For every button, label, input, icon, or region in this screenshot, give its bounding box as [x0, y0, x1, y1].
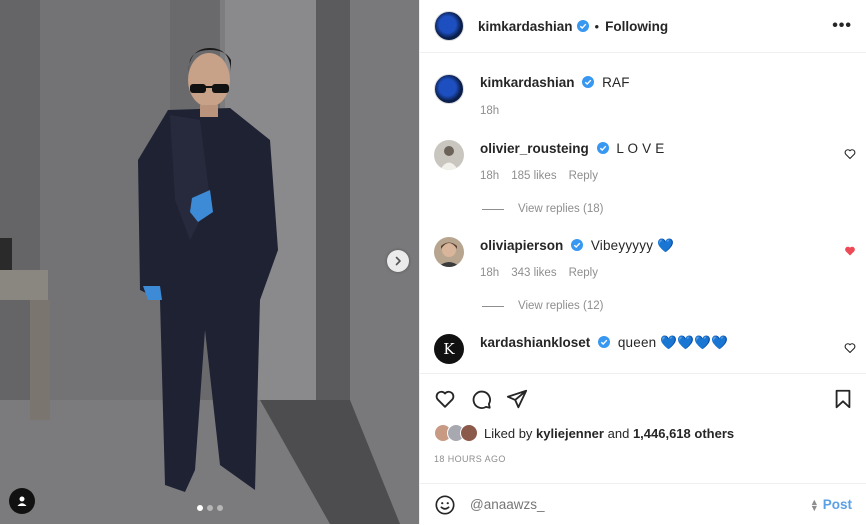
comment-item: oliviapierson Vibeyyyyy 💙 18h 343 likes …: [434, 237, 856, 279]
like-comment-heart-icon[interactable]: [844, 342, 856, 354]
carousel-dot-active: [197, 505, 203, 511]
view-replies-label: View replies (18): [518, 203, 604, 215]
action-bar: [434, 388, 854, 412]
share-paper-plane-icon[interactable]: [506, 388, 528, 410]
verified-badge-icon: [598, 336, 611, 348]
comment-time[interactable]: 18h: [480, 170, 499, 182]
verified-badge-icon: [576, 20, 589, 32]
commenter-avatar[interactable]: [434, 140, 464, 170]
reply-button[interactable]: Reply: [569, 170, 598, 182]
sort-arrows-icon: ▲ ▼: [809, 496, 819, 513]
replies-divider: [482, 305, 504, 307]
commenter-username[interactable]: kardashiankloset: [480, 335, 590, 350]
save-bookmark-icon[interactable]: [832, 388, 854, 410]
author-avatar[interactable]: [434, 11, 464, 41]
post-dialog: kimkardashian • Following ••• kimkardash…: [0, 0, 866, 524]
post-actions: Liked by kyliejenner and 1,446,618 other…: [420, 373, 866, 524]
comment-text: queen 💙💙💙💙: [617, 335, 729, 350]
view-replies-label: View replies (12): [518, 300, 604, 312]
liker-username[interactable]: kyliejenner: [536, 426, 604, 441]
post-header: kimkardashian • Following •••: [420, 0, 866, 53]
post-photo[interactable]: [0, 0, 419, 524]
view-replies-button[interactable]: View replies (12): [482, 300, 603, 312]
photo-scene: [0, 0, 419, 524]
comment-bubble-icon[interactable]: [470, 388, 492, 410]
comment-item: olivier_rousteing L O V E 18h 185 likes …: [434, 140, 856, 182]
caption-text: RAF: [602, 75, 630, 90]
liked-comment-heart-icon[interactable]: [844, 245, 856, 257]
next-photo-button[interactable]: [387, 250, 409, 272]
likes-count[interactable]: 1,446,618 others: [633, 426, 734, 441]
comment-input[interactable]: [470, 497, 810, 512]
commenter-avatar[interactable]: [434, 237, 464, 267]
likes-conjunction: and: [607, 425, 630, 441]
like-heart-icon[interactable]: [434, 388, 456, 410]
add-comment-bar: ▲▼ Post: [420, 483, 866, 525]
carousel-indicator: [197, 505, 223, 511]
commenter-username[interactable]: oliviapierson: [480, 238, 563, 253]
verified-badge-icon: [571, 239, 584, 251]
caption-time[interactable]: 18h: [480, 105, 499, 117]
post-label: Post: [822, 497, 852, 512]
comment-likes[interactable]: 343 likes: [511, 267, 556, 279]
avatar-letter: K: [443, 340, 455, 358]
likes-summary: Liked by kyliejenner and 1,446,618 other…: [434, 424, 734, 442]
caption-avatar[interactable]: [434, 74, 464, 104]
comment-item: K kardashiankloset queen 💙💙💙💙: [434, 334, 856, 364]
tagged-users-button[interactable]: [9, 488, 35, 514]
replies-divider: [482, 208, 504, 210]
header-separator: •: [594, 18, 600, 34]
view-replies-button[interactable]: View replies (18): [482, 203, 603, 215]
comments-list: kimkardashian RAF 18h olivier_rousteing …: [420, 54, 866, 372]
author-username[interactable]: kimkardashian: [478, 19, 573, 34]
commenter-username[interactable]: olivier_rousteing: [480, 141, 589, 156]
post-comment-button[interactable]: ▲ ▼ Post: [810, 497, 852, 512]
comment-text: L O V E: [616, 141, 665, 156]
following-button[interactable]: Following: [605, 19, 668, 34]
likes-prefix: Liked by: [484, 425, 533, 441]
comment-likes[interactable]: 185 likes: [511, 170, 556, 182]
verified-badge-icon: [596, 142, 609, 154]
more-options-icon[interactable]: •••: [832, 18, 852, 34]
reply-button[interactable]: Reply: [569, 267, 598, 279]
caption-username[interactable]: kimkardashian: [480, 75, 575, 90]
smiley-icon[interactable]: [434, 494, 456, 516]
post-side-panel: kimkardashian • Following ••• kimkardash…: [419, 0, 866, 524]
commenter-avatar[interactable]: K: [434, 334, 464, 364]
post-timestamp[interactable]: 18 HOURS AGO: [434, 454, 506, 464]
like-comment-heart-icon[interactable]: [844, 148, 856, 160]
comment-time[interactable]: 18h: [480, 267, 499, 279]
verified-badge-icon: [582, 76, 595, 88]
chevron-right-icon: [395, 256, 401, 266]
comment-text: Vibeyyyyy 💙: [590, 238, 675, 253]
carousel-dot: [207, 505, 213, 511]
author-info: kimkardashian • Following: [478, 19, 668, 34]
user-tag-icon: [17, 496, 27, 506]
carousel-dot: [217, 505, 223, 511]
caption: kimkardashian RAF 18h: [434, 74, 856, 117]
liker-avatar: [460, 424, 478, 442]
